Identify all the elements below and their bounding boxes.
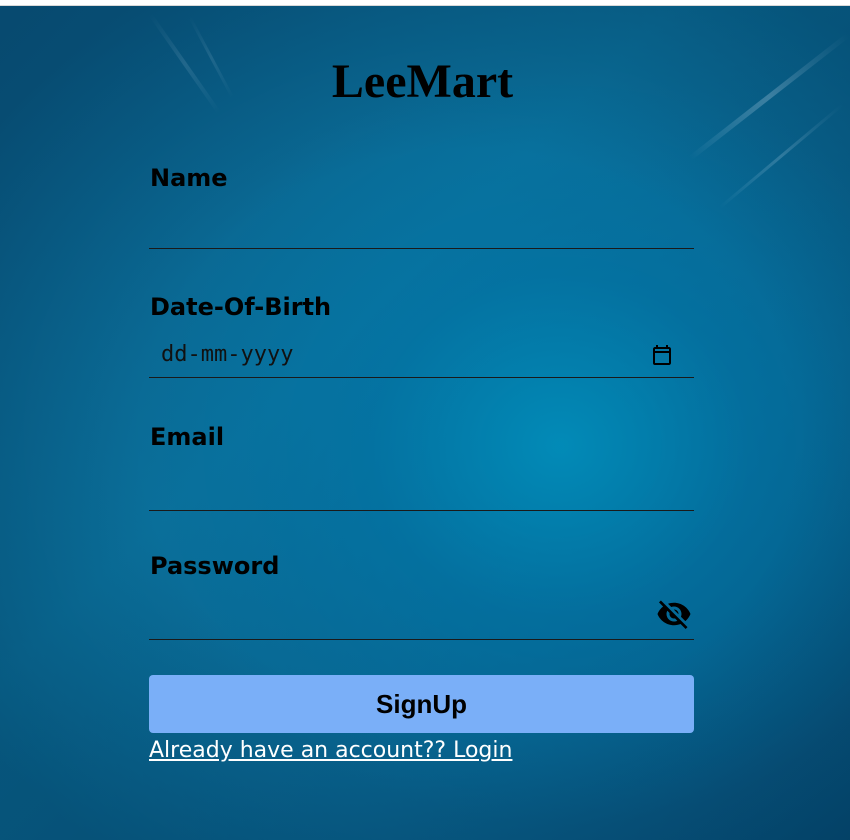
name-label: Name bbox=[150, 164, 228, 192]
name-input-wrapper bbox=[149, 203, 694, 249]
name-field-group: Name bbox=[149, 163, 694, 263]
password-field-group: Password bbox=[149, 551, 694, 651]
eye-off-icon[interactable] bbox=[654, 596, 694, 632]
dob-placeholder: dd-mm-yyyy bbox=[161, 342, 294, 367]
login-link[interactable]: Already have an account?? Login bbox=[149, 736, 512, 766]
email-input[interactable] bbox=[149, 462, 694, 510]
password-label: Password bbox=[150, 552, 280, 580]
page-title: LeeMart bbox=[331, 55, 514, 108]
email-input-wrapper bbox=[149, 462, 694, 511]
dob-label: Date-Of-Birth bbox=[150, 293, 332, 321]
dob-field-group: Date-Of-Birth dd-mm-yyyy bbox=[149, 292, 694, 392]
calendar-icon[interactable] bbox=[650, 343, 674, 367]
dob-input[interactable]: dd-mm-yyyy bbox=[149, 332, 694, 378]
password-input-wrapper bbox=[149, 591, 694, 640]
email-field-group: Email bbox=[149, 422, 694, 522]
signup-button[interactable]: SignUp bbox=[149, 675, 694, 733]
name-input[interactable] bbox=[149, 203, 694, 248]
password-input[interactable] bbox=[149, 591, 694, 639]
email-label: Email bbox=[150, 423, 225, 451]
